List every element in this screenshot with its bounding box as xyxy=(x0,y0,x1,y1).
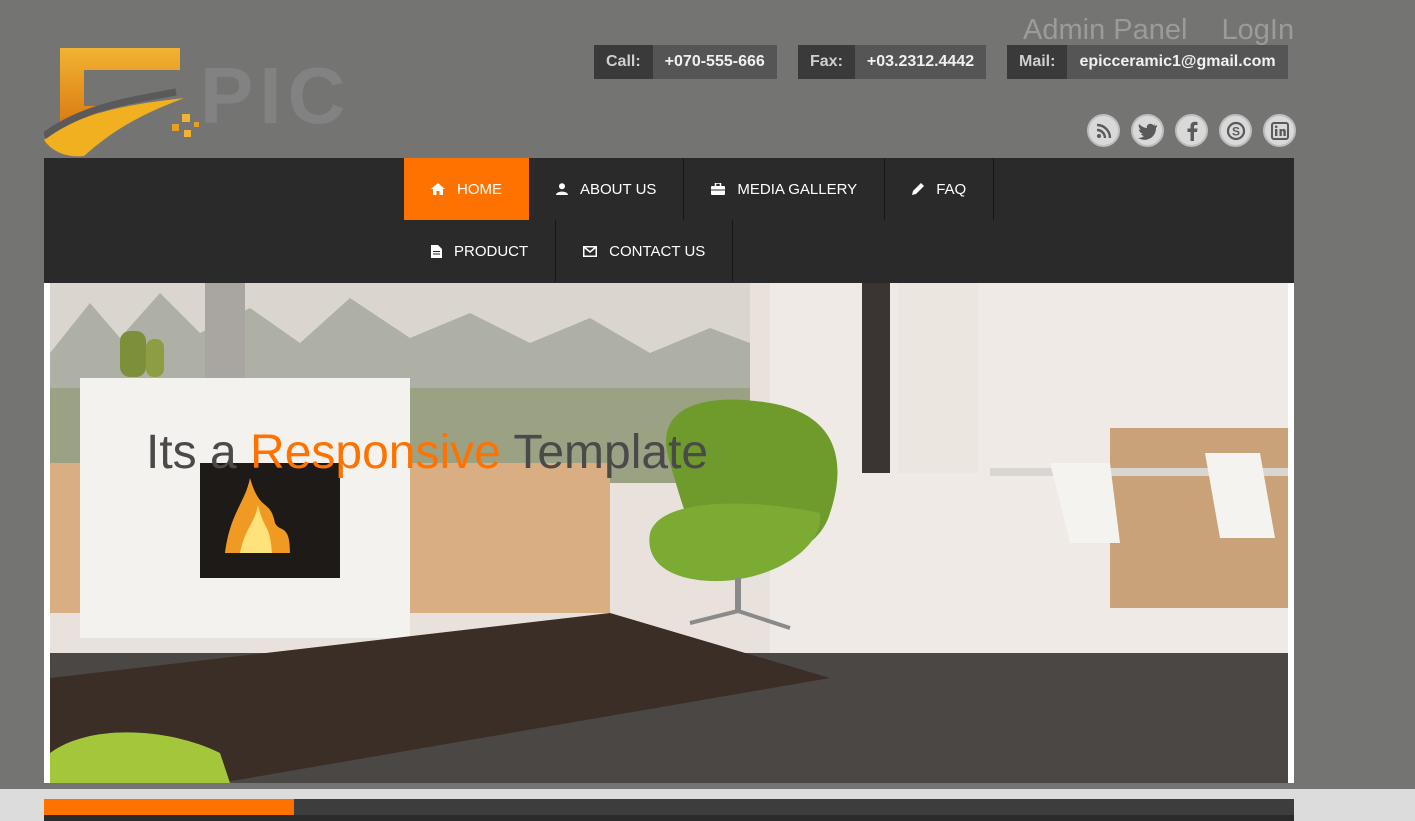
call-label: Call: xyxy=(594,45,653,79)
nav-item-label: PRODUCT xyxy=(454,242,529,260)
fax-value: +03.2312.4442 xyxy=(854,45,987,79)
nav-item-label: HOME xyxy=(457,180,502,198)
nav-item-media-gallery[interactable]: MEDIA GALLERY xyxy=(684,158,886,220)
main-navigation: HOME ABOUT US MEDIA GALLERY FAQ PRODUCT … xyxy=(44,158,1294,283)
nav-item-label: CONTACT US xyxy=(609,242,706,260)
logo-text: PIC xyxy=(200,51,352,140)
nav-item-contact-us[interactable]: CONTACT US xyxy=(556,220,734,282)
envelope-icon xyxy=(583,245,598,257)
logo[interactable]: PIC xyxy=(41,40,374,160)
pencil-icon xyxy=(912,183,925,195)
hero-text-after: Template xyxy=(500,426,709,479)
mail-label: Mail: xyxy=(1007,45,1068,79)
skype-icon[interactable]: S xyxy=(1219,114,1252,147)
twitter-icon[interactable] xyxy=(1131,114,1164,147)
document-icon xyxy=(431,244,442,258)
facebook-icon[interactable] xyxy=(1175,114,1208,147)
call-contact: Call: +070-555-666 xyxy=(594,45,777,79)
user-icon xyxy=(556,183,568,195)
social-links: S xyxy=(1087,114,1296,147)
briefcase-icon xyxy=(711,183,726,195)
linkedin-icon[interactable] xyxy=(1263,114,1296,147)
bottom-bar-line xyxy=(294,799,1294,815)
hero-headline: Its a Responsive Template xyxy=(146,425,708,480)
nav-item-label: ABOUT US xyxy=(580,180,657,198)
nav-item-label: FAQ xyxy=(936,180,967,198)
rss-icon[interactable] xyxy=(1087,114,1120,147)
call-value: +070-555-666 xyxy=(652,45,777,79)
interior-scene xyxy=(50,283,1288,783)
hero-slider: Its a Responsive Template xyxy=(44,283,1294,783)
login-link[interactable]: LogIn xyxy=(1222,14,1295,46)
hero-text-highlight: Responsive xyxy=(250,426,501,479)
hero-text-before: Its a xyxy=(146,426,251,479)
nav-item-product[interactable]: PRODUCT xyxy=(404,220,557,282)
nav-item-faq[interactable]: FAQ xyxy=(885,158,995,220)
top-links: Admin Panel LogIn xyxy=(1023,14,1294,47)
nav-item-about-us[interactable]: ABOUT US xyxy=(529,158,685,220)
admin-panel-link[interactable]: Admin Panel xyxy=(1023,14,1187,46)
nav-item-home[interactable]: HOME xyxy=(404,158,529,220)
mail-contact: Mail: epicceramic1@gmail.com xyxy=(1007,45,1288,79)
fax-contact: Fax: +03.2312.4442 xyxy=(798,45,987,79)
hero-image: Its a Responsive Template xyxy=(50,283,1288,783)
mail-value[interactable]: epicceramic1@gmail.com xyxy=(1067,45,1288,79)
home-icon xyxy=(431,183,445,195)
nav-item-label: MEDIA GALLERY xyxy=(737,180,858,198)
fax-label: Fax: xyxy=(798,45,855,79)
bottom-bar-accent xyxy=(44,799,294,815)
svg-text:S: S xyxy=(1231,124,1239,138)
